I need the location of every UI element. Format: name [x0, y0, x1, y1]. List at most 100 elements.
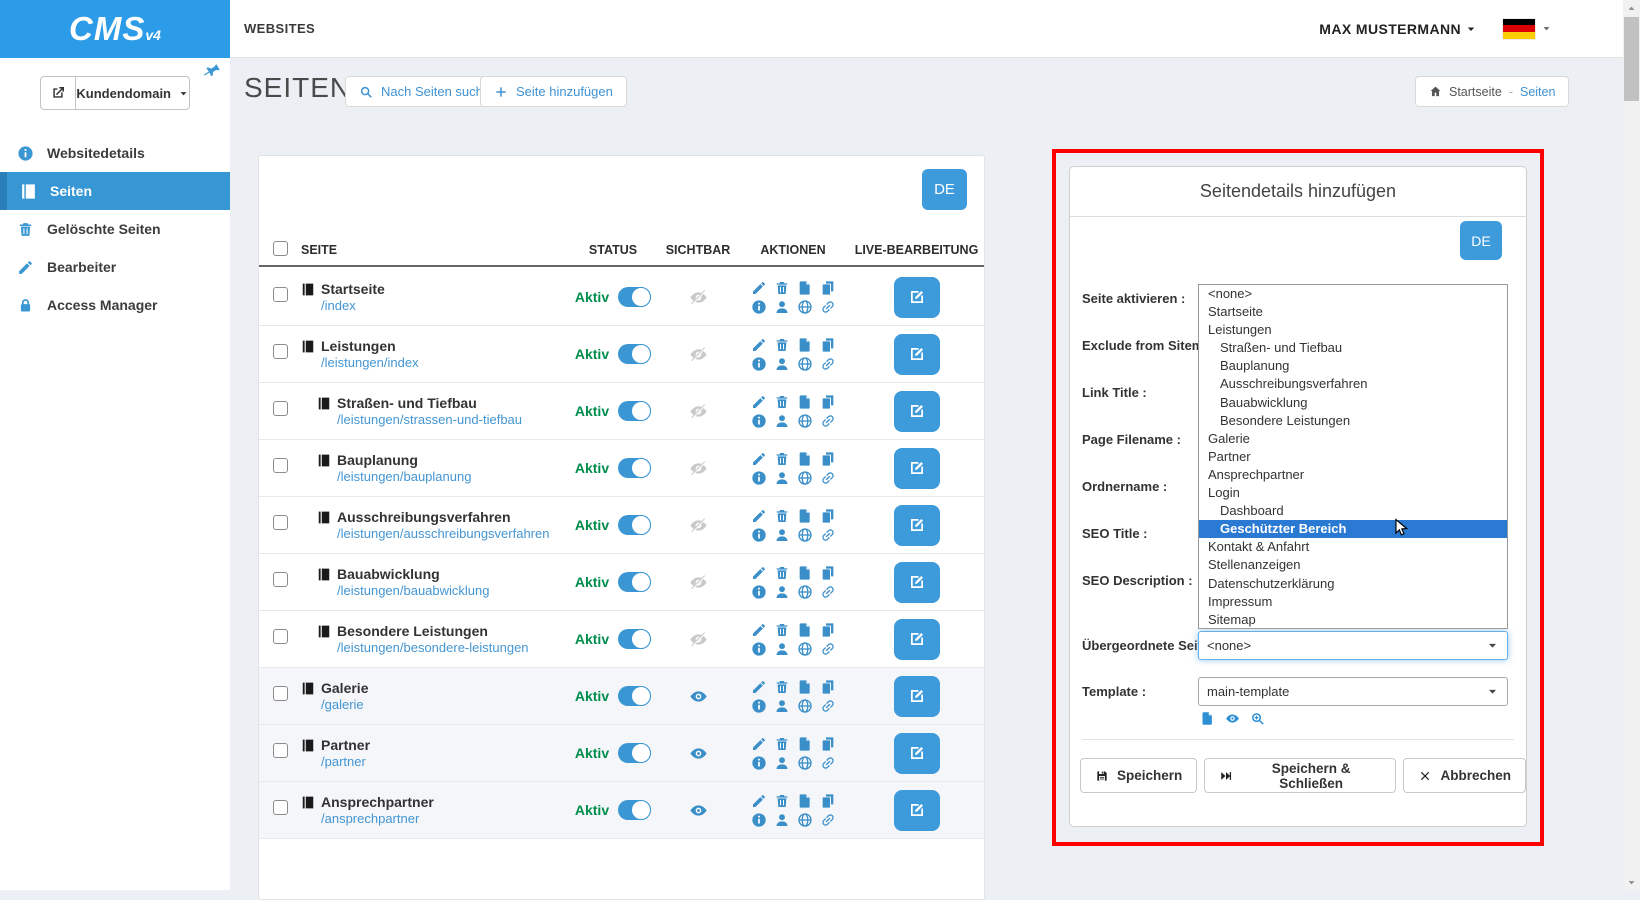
user-menu[interactable]: MAX MUSTERMANN: [1319, 21, 1477, 37]
sidebar-item-seiten[interactable]: Seiten: [0, 172, 230, 210]
dropdown-option[interactable]: Sitemap: [1199, 611, 1507, 629]
live-edit-button[interactable]: [894, 448, 940, 489]
table-language-button[interactable]: DE: [922, 169, 967, 210]
copy-icon[interactable]: [820, 280, 836, 296]
abbrechen-button[interactable]: Abbrechen: [1403, 758, 1526, 793]
trash-icon[interactable]: [774, 508, 790, 524]
pencil-icon[interactable]: [751, 736, 767, 752]
page-path-link[interactable]: /leistungen/ausschreibungsverfahren: [337, 526, 567, 541]
trash-icon[interactable]: [774, 736, 790, 752]
pencil-icon[interactable]: [751, 394, 767, 410]
parent-page-select[interactable]: <none>: [1198, 631, 1508, 660]
file-icon[interactable]: [797, 679, 813, 695]
vertical-scrollbar[interactable]: [1623, 0, 1640, 890]
panel-language-button[interactable]: DE: [1460, 221, 1502, 260]
domain-switcher[interactable]: Kundendomain: [40, 76, 190, 110]
speichern-schlie-en-button[interactable]: Speichern & Schließen: [1204, 758, 1396, 793]
status-toggle[interactable]: [618, 686, 651, 706]
add-page-button[interactable]: Seite hinzufügen: [480, 76, 627, 107]
file-icon[interactable]: [797, 508, 813, 524]
copy-icon[interactable]: [820, 793, 836, 809]
row-checkbox[interactable]: [273, 287, 288, 302]
page-path-link[interactable]: /leistungen/bauplanung: [337, 469, 567, 484]
select-all-checkbox[interactable]: [273, 241, 288, 256]
page-path-link[interactable]: /galerie: [321, 697, 567, 712]
user-icon[interactable]: [774, 641, 790, 657]
live-edit-button[interactable]: [894, 619, 940, 660]
copy-icon[interactable]: [820, 679, 836, 695]
row-checkbox[interactable]: [273, 629, 288, 644]
pencil-icon[interactable]: [751, 622, 767, 638]
user-icon[interactable]: [774, 584, 790, 600]
row-checkbox[interactable]: [273, 572, 288, 587]
dropdown-option[interactable]: Leistungen: [1199, 321, 1507, 339]
info-circle-icon[interactable]: [751, 299, 767, 315]
trash-icon[interactable]: [774, 565, 790, 581]
dropdown-option[interactable]: Bauplanung: [1199, 357, 1507, 375]
sidebar-item-bearbeiter[interactable]: Bearbeiter: [0, 248, 230, 286]
dropdown-option[interactable]: Kontakt & Anfahrt: [1199, 538, 1507, 556]
user-icon[interactable]: [774, 698, 790, 714]
globe-icon[interactable]: [797, 527, 813, 543]
trash-icon[interactable]: [774, 679, 790, 695]
link-icon[interactable]: [820, 584, 836, 600]
info-circle-icon[interactable]: [751, 755, 767, 771]
pin-sidebar-icon[interactable]: [202, 60, 223, 81]
status-toggle[interactable]: [618, 344, 651, 364]
status-toggle[interactable]: [618, 401, 651, 421]
user-icon[interactable]: [774, 470, 790, 486]
link-icon[interactable]: [820, 641, 836, 657]
info-circle-icon[interactable]: [751, 812, 767, 828]
trash-icon[interactable]: [774, 394, 790, 410]
link-icon[interactable]: [820, 527, 836, 543]
template-select[interactable]: main-template: [1198, 677, 1508, 706]
dropdown-option[interactable]: Dashboard: [1199, 502, 1507, 520]
link-icon[interactable]: [820, 356, 836, 372]
globe-icon[interactable]: [797, 755, 813, 771]
domain-dropdown-button[interactable]: Kundendomain: [76, 77, 189, 109]
live-edit-button[interactable]: [894, 334, 940, 375]
dropdown-option[interactable]: Ausschreibungsverfahren: [1199, 375, 1507, 393]
globe-icon[interactable]: [797, 584, 813, 600]
live-edit-button[interactable]: [894, 505, 940, 546]
dropdown-option[interactable]: Stellenanzeigen: [1199, 556, 1507, 574]
file-icon[interactable]: [797, 793, 813, 809]
sidebar-item-access-manager[interactable]: Access Manager: [0, 286, 230, 324]
eye-icon[interactable]: [1225, 711, 1240, 726]
live-edit-button[interactable]: [894, 733, 940, 774]
status-toggle[interactable]: [618, 629, 651, 649]
file-icon[interactable]: [797, 394, 813, 410]
user-icon[interactable]: [774, 527, 790, 543]
breadcrumb-current[interactable]: Seiten: [1520, 85, 1555, 99]
trash-icon[interactable]: [774, 280, 790, 296]
pencil-icon[interactable]: [751, 565, 767, 581]
link-icon[interactable]: [820, 470, 836, 486]
file-icon[interactable]: [797, 736, 813, 752]
row-checkbox[interactable]: [273, 800, 288, 815]
trash-icon[interactable]: [774, 793, 790, 809]
globe-icon[interactable]: [797, 812, 813, 828]
live-edit-button[interactable]: [894, 790, 940, 831]
page-path-link[interactable]: /leistungen/strassen-und-tiefbau: [337, 412, 567, 427]
pencil-icon[interactable]: [751, 337, 767, 353]
info-circle-icon[interactable]: [751, 527, 767, 543]
status-toggle[interactable]: [618, 800, 651, 820]
dropdown-option[interactable]: Login: [1199, 484, 1507, 502]
trash-icon[interactable]: [774, 337, 790, 353]
page-path-link[interactable]: /ansprechpartner: [321, 811, 567, 826]
live-edit-button[interactable]: [894, 277, 940, 318]
copy-icon[interactable]: [820, 451, 836, 467]
trash-icon[interactable]: [774, 622, 790, 638]
status-toggle[interactable]: [618, 515, 651, 535]
user-icon[interactable]: [774, 356, 790, 372]
file-icon[interactable]: [797, 451, 813, 467]
breadcrumb-home[interactable]: Startseite: [1449, 85, 1502, 99]
pencil-icon[interactable]: [751, 793, 767, 809]
dropdown-option[interactable]: Impressum: [1199, 593, 1507, 611]
page-path-link[interactable]: /leistungen/besondere-leistungen: [337, 640, 567, 655]
open-domain-button[interactable]: [41, 77, 76, 109]
info-circle-icon[interactable]: [751, 584, 767, 600]
row-checkbox[interactable]: [273, 401, 288, 416]
scroll-up-arrow-icon[interactable]: [1623, 0, 1640, 16]
live-edit-button[interactable]: [894, 391, 940, 432]
